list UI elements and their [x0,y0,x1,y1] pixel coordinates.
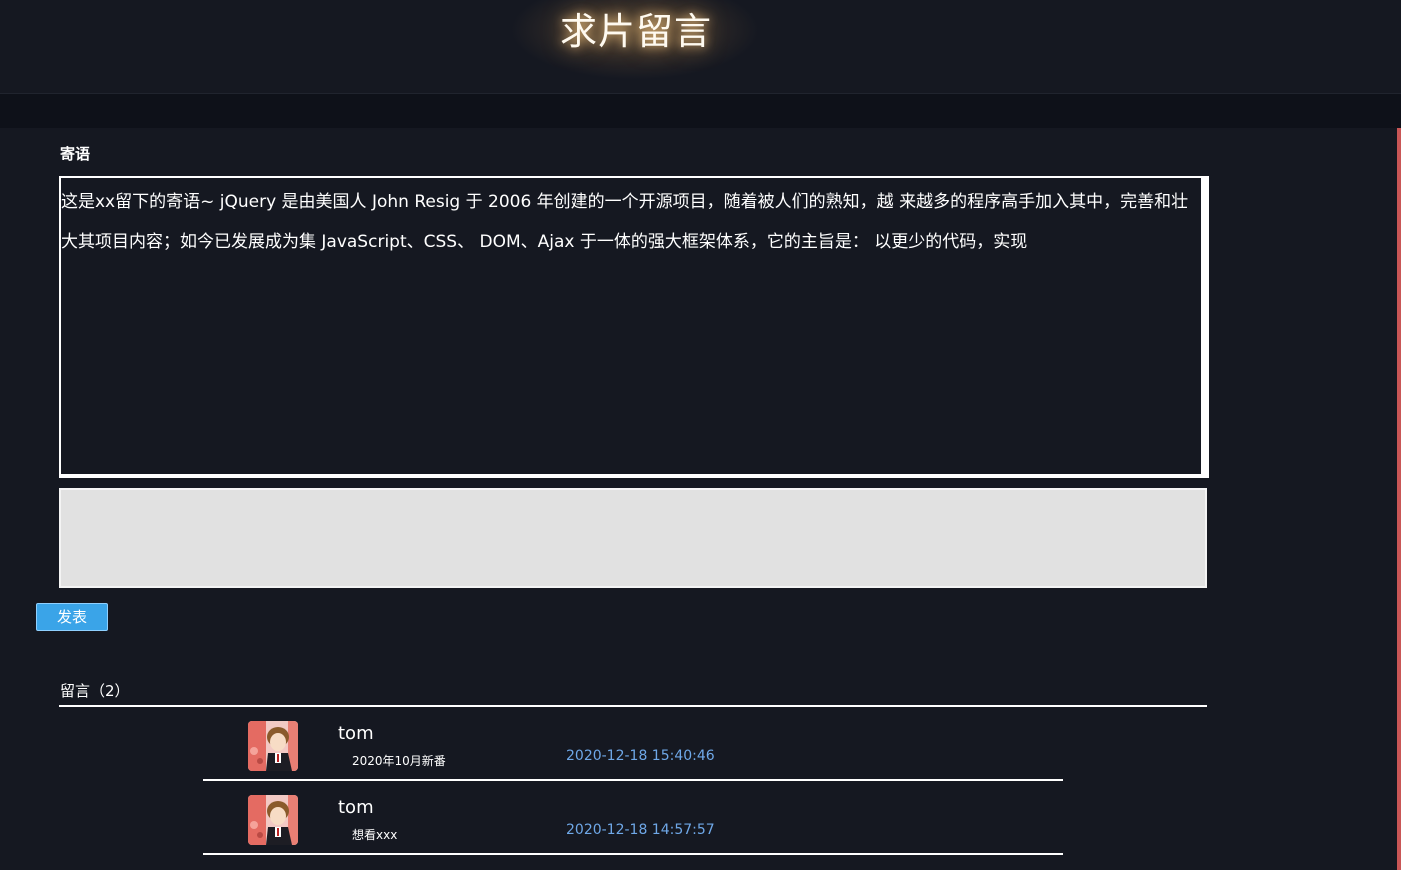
comment-timestamp: 2020-12-18 15:40:46 [566,748,715,764]
message-display-box: 这是xx留下的寄语~ jQuery 是由美国人 John Resig 于 200… [59,176,1209,478]
comment-timestamp: 2020-12-18 14:57:57 [566,822,715,838]
comment-item: tom 2020年10月新番 2020-12-18 15:40:46 [203,715,1063,789]
comment-input[interactable] [59,488,1207,588]
comment-item: tom 想看xxx 2020-12-18 14:57:57 [203,789,1063,863]
message-text: 这是xx留下的寄语~ jQuery 是由美国人 John Resig 于 200… [61,192,1189,252]
comment-author: tom [338,723,374,744]
comment-author: tom [338,797,374,818]
comment-text: 2020年10月新番 [352,754,446,768]
compose-label: 寄语 [60,145,91,163]
header: 求片留言 [0,0,1401,94]
comments-divider [59,705,1207,707]
publish-button[interactable]: 发表 [36,603,108,631]
comment-text: 想看xxx [352,828,398,842]
scrollbar-accent [1397,128,1401,870]
avatar-image-icon [248,795,298,845]
avatar[interactable] [248,795,298,845]
comment-divider [203,779,1063,781]
avatar[interactable] [248,721,298,771]
comment-divider [203,853,1063,855]
page: 求片留言 寄语 这是xx留下的寄语~ jQuery 是由美国人 John Res… [0,0,1401,870]
avatar-image-icon [248,721,298,771]
comments-header: 留言（2） [60,682,130,700]
page-title: 求片留言 [560,10,712,53]
nav-bar [0,94,1401,128]
